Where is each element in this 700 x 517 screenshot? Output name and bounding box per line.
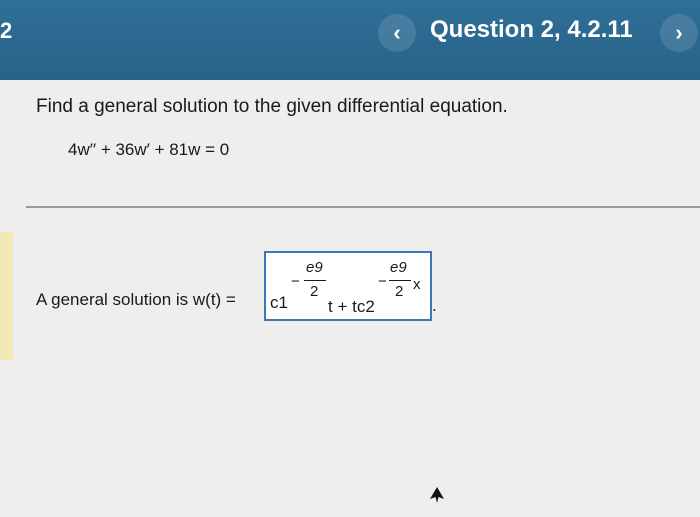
differential-equation: 4w′′ + 36w′ + 81w = 0 [68, 140, 230, 159]
side-highlight-strip [0, 232, 13, 360]
problem-prompt: Find a general solution to the given dif… [36, 96, 508, 117]
exponent2-variable: x [413, 276, 421, 293]
section-divider [26, 206, 700, 208]
question-title: Question 2, 4.2.11 [430, 16, 633, 43]
exponent1-fraction-bar [304, 280, 326, 281]
exponent1-numerator: e9 [306, 259, 323, 276]
question-number: 2 [0, 18, 13, 43]
exponent1-denominator: 2 [310, 283, 319, 300]
question-header: 2 ‹ Question 2, 4.2.11 › [0, 0, 700, 80]
mouse-pointer-icon [430, 487, 444, 503]
exponent2-numerator: e9 [390, 259, 407, 276]
exponent1-sign: − [291, 273, 300, 290]
exponent2-denominator: 2 [395, 283, 404, 300]
next-question-button[interactable]: › [660, 14, 698, 52]
answer-input-box[interactable]: c1 − e9 2 t + tc2 − e9 2 x [264, 251, 432, 321]
exponent2-fraction-bar [389, 280, 411, 281]
answer-period: . [432, 296, 437, 315]
chevron-right-icon: › [675, 20, 683, 45]
answer-c1: c1 [270, 293, 288, 312]
chevron-left-icon: ‹ [393, 20, 401, 45]
answer-label: A general solution is w(t) = [36, 290, 236, 309]
exponent2-sign: − [378, 273, 387, 290]
previous-question-button[interactable]: ‹ [378, 14, 416, 52]
answer-middle-term: t + tc2 [328, 297, 375, 316]
